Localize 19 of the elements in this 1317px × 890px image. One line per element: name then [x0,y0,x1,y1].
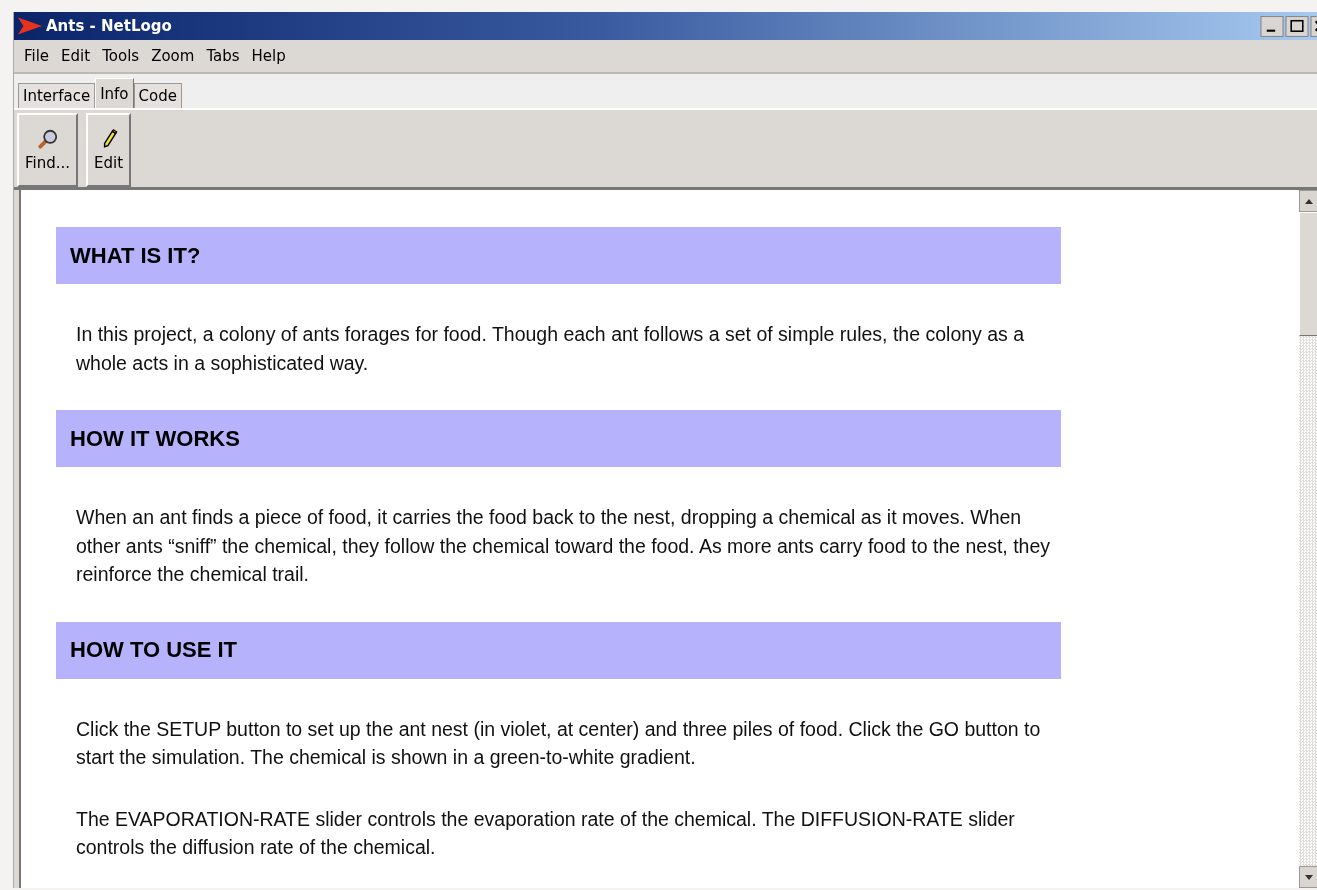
edit-button[interactable]: Edit [86,113,132,187]
paragraph: When an ant finds a piece of food, it carries the food back to the nest, dropping a chemical as it moves. When other ants “sniff” the chemical, they follow the chemical toward the food. As more ants carry food to the nest, they reinforce the chemical trail. [76,505,1052,587]
section-heading: HOW IT WORKS [56,410,1061,467]
menu-item[interactable]: File [18,47,56,65]
tab[interactable]: Info [95,78,134,108]
paragraph: Click the SETUP button to set up the ant nest (in violet, at center) and three piles of food. Click the GO button to start the simulation. The chemical is shown in a green-to-white gradient. [76,716,1042,770]
menu-item[interactable]: Tabs [200,47,246,65]
menu-item[interactable]: Help [245,47,292,65]
paragraph: In this project, a colony of ants forages for food. Though each ant follows a set of simple rules, the colony as a whole acts in a sophisticated way. [76,322,1026,376]
find-button[interactable]: Find... [17,113,79,187]
menu-item[interactable]: Zoom [145,47,201,65]
paragraph: The EVAPORATION-RATE slider controls the evaporation rate of the chemical. The DIFFUSION-RATE slider controls the diffusion rate of the chemical. [76,806,1016,860]
menu-item[interactable]: Edit [55,47,97,65]
tab[interactable]: Code [133,83,182,108]
window-title: Ants - NetLogo [46,17,173,35]
tab[interactable]: Interface [18,83,96,108]
section-heading: HOW TO USE IT [56,621,1061,679]
section-heading: WHAT IS IT? [56,227,1061,284]
menu-item[interactable]: Tools [96,47,146,65]
